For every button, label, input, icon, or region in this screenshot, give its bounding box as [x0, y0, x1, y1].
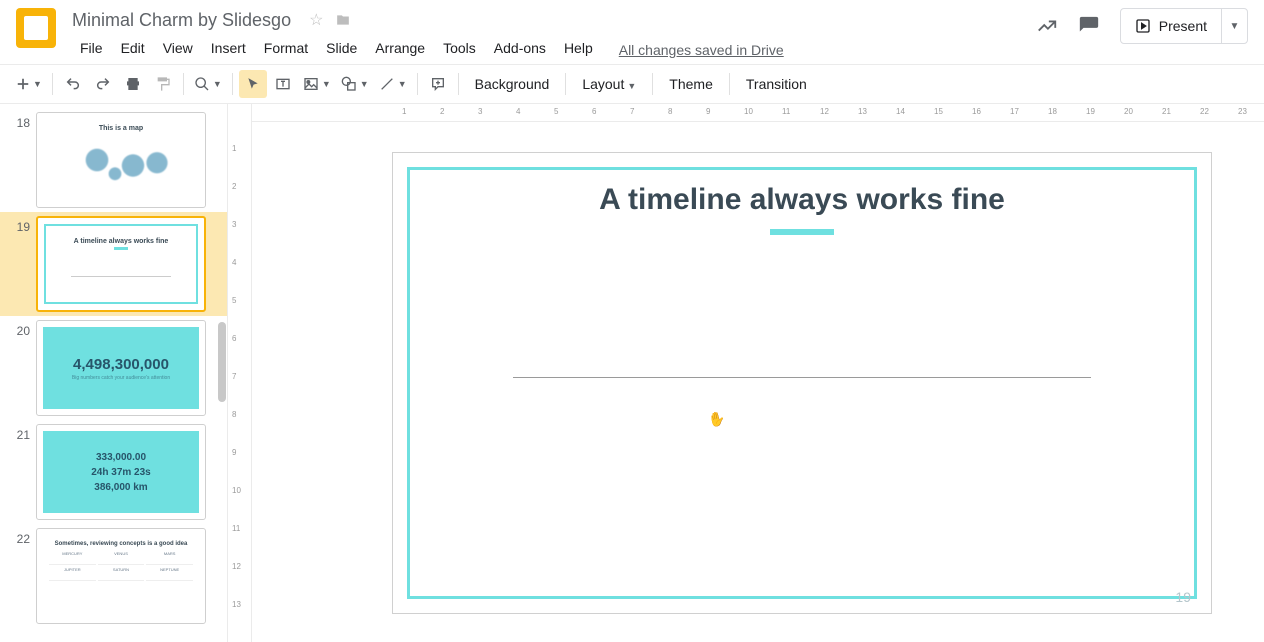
- slide-thumb-22[interactable]: 22 Sometimes, reviewing concepts is a go…: [0, 524, 227, 628]
- horizontal-ruler: 1234567891011121314151617181920212223242…: [252, 104, 1264, 122]
- header-right: Present ▼: [1036, 8, 1248, 44]
- menu-tools[interactable]: Tools: [435, 36, 484, 60]
- workspace: 18 This is a map 19 A timeline always wo…: [0, 104, 1264, 642]
- save-status[interactable]: All changes saved in Drive: [619, 38, 784, 58]
- new-slide-button[interactable]: ▼: [12, 70, 46, 98]
- menu-format[interactable]: Format: [256, 36, 316, 60]
- canvas-area[interactable]: 1234567891011121314151617181920212223242…: [252, 104, 1264, 642]
- transition-button[interactable]: Transition: [736, 76, 817, 92]
- explore-icon[interactable]: [1036, 15, 1058, 37]
- title-area: Minimal Charm by Slidesgo ☆ File Edit Vi…: [72, 8, 1036, 60]
- vertical-ruler: 12345678910111213: [228, 104, 252, 642]
- slide-canvas[interactable]: A timeline always works fine 19 ✋: [392, 152, 1212, 614]
- grab-cursor-icon: ✋: [706, 409, 727, 429]
- comment-button[interactable]: [424, 70, 452, 98]
- present-button[interactable]: Present: [1121, 18, 1221, 34]
- menu-file[interactable]: File: [72, 36, 111, 60]
- menu-addons[interactable]: Add-ons: [486, 36, 554, 60]
- textbox-tool[interactable]: [269, 70, 297, 98]
- present-group: Present ▼: [1120, 8, 1248, 44]
- theme-button[interactable]: Theme: [659, 76, 723, 92]
- header-bar: Minimal Charm by Slidesgo ☆ File Edit Vi…: [0, 0, 1264, 64]
- present-label: Present: [1159, 18, 1207, 34]
- star-icon[interactable]: ☆: [309, 10, 323, 30]
- worldmap-icon: [61, 138, 181, 193]
- select-tool[interactable]: [239, 70, 267, 98]
- print-button[interactable]: [119, 70, 147, 98]
- background-button[interactable]: Background: [465, 76, 560, 92]
- line-tool[interactable]: ▼: [375, 70, 411, 98]
- slide-thumb-18[interactable]: 18 This is a map: [0, 108, 227, 212]
- slide-thumb-20[interactable]: 20 4,498,300,000 Big numbers catch your …: [0, 316, 227, 420]
- timeline-line[interactable]: [513, 377, 1091, 378]
- slide-number: 19: [1175, 589, 1191, 605]
- paint-format-button[interactable]: [149, 70, 177, 98]
- slides-logo[interactable]: [16, 8, 56, 48]
- menu-insert[interactable]: Insert: [203, 36, 254, 60]
- toolbar: ▼ ▼ ▼ ▼ ▼ Background Layout▼ Them: [0, 64, 1264, 104]
- redo-button[interactable]: [89, 70, 117, 98]
- move-folder-icon[interactable]: [335, 13, 351, 27]
- slide-title-text[interactable]: A timeline always works fine: [393, 183, 1211, 217]
- menu-bar: File Edit View Insert Format Slide Arran…: [72, 36, 1036, 60]
- filmstrip-scrollbar[interactable]: [217, 104, 227, 642]
- title-underline: [770, 229, 834, 235]
- slide-thumb-19[interactable]: 19 A timeline always works fine: [0, 212, 227, 316]
- doc-title[interactable]: Minimal Charm by Slidesgo: [72, 10, 291, 31]
- filmstrip[interactable]: 18 This is a map 19 A timeline always wo…: [0, 104, 228, 642]
- menu-arrange[interactable]: Arrange: [367, 36, 433, 60]
- layout-button[interactable]: Layout▼: [572, 76, 646, 92]
- undo-button[interactable]: [59, 70, 87, 98]
- image-tool[interactable]: ▼: [299, 70, 335, 98]
- comments-icon[interactable]: [1078, 15, 1100, 37]
- zoom-button[interactable]: ▼: [190, 70, 226, 98]
- slide-thumb-21[interactable]: 21 333,000.00 24h 37m 23s 386,000 km: [0, 420, 227, 524]
- shape-tool[interactable]: ▼: [337, 70, 373, 98]
- menu-help[interactable]: Help: [556, 36, 601, 60]
- menu-edit[interactable]: Edit: [113, 36, 153, 60]
- menu-slide[interactable]: Slide: [318, 36, 365, 60]
- menu-view[interactable]: View: [155, 36, 201, 60]
- present-dropdown[interactable]: ▼: [1221, 9, 1247, 43]
